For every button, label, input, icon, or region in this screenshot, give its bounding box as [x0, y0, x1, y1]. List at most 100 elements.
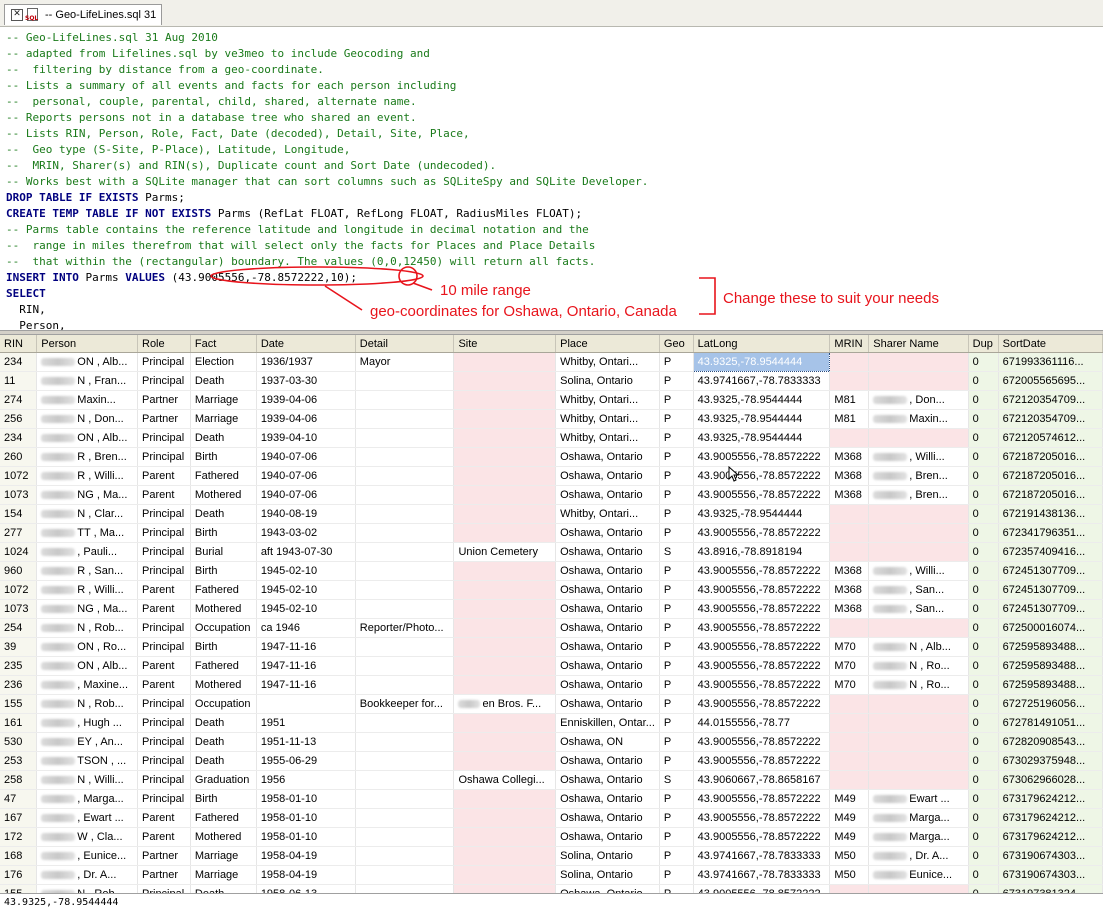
table-row[interactable]: 155 N , Rob... Principal Occupation Bookkeep… — [0, 694, 1103, 714]
table-cell[interactable]: 0 — [968, 371, 999, 391]
table-cell[interactable]: P — [659, 447, 694, 467]
table-cell[interactable] — [868, 542, 969, 562]
table-cell[interactable]: Solina, Ontario — [555, 865, 660, 885]
table-cell[interactable] — [355, 713, 455, 733]
table-cell[interactable]: Oshawa, Ontario — [555, 542, 660, 562]
column-header[interactable]: LatLong — [693, 335, 831, 353]
table-cell[interactable]: Parent — [137, 580, 191, 600]
table-cell[interactable] — [355, 599, 455, 619]
table-cell[interactable]: Marriage — [190, 409, 257, 429]
table-cell[interactable]: , Marga... — [36, 789, 138, 809]
table-cell[interactable]: 43.9741667,-78.7833333 — [693, 846, 831, 866]
table-cell[interactable]: Oshawa Collegi... — [453, 770, 557, 790]
table-cell[interactable]: 0 — [968, 599, 999, 619]
table-cell[interactable]: , Hugh ... — [36, 713, 138, 733]
table-cell[interactable]: 530 — [0, 732, 38, 752]
table-cell[interactable]: P — [659, 789, 694, 809]
table-cell[interactable]: 0 — [968, 884, 999, 893]
table-cell[interactable]: Birth — [190, 447, 257, 467]
table-cell[interactable]: Marga... — [868, 808, 969, 828]
table-row[interactable]: 274 Maxin... Partner Marriage 1939-04-06 Whit… — [0, 390, 1103, 410]
table-cell[interactable]: Partner — [137, 409, 191, 429]
table-cell[interactable]: N , Ro... — [868, 656, 969, 676]
table-cell[interactable] — [829, 523, 870, 543]
table-cell[interactable]: 1940-07-06 — [256, 485, 356, 505]
table-cell[interactable] — [829, 713, 870, 733]
table-cell[interactable]: 672191438136... — [998, 504, 1103, 524]
table-cell[interactable] — [868, 504, 969, 524]
table-cell[interactable]: P — [659, 865, 694, 885]
table-cell[interactable]: 43.9741667,-78.7833333 — [693, 865, 831, 885]
table-row[interactable]: 47 , Marga... Principal Birth 1958-01-10 Osha… — [0, 789, 1103, 809]
table-cell[interactable]: 1940-07-06 — [256, 466, 356, 486]
table-cell[interactable]: 672781491051... — [998, 713, 1103, 733]
column-header[interactable]: MRIN — [829, 335, 870, 353]
table-cell[interactable] — [829, 618, 870, 638]
table-cell[interactable]: P — [659, 428, 694, 448]
table-cell[interactable]: ON , Alb... — [36, 428, 138, 448]
table-cell[interactable]: 155 — [0, 884, 38, 893]
table-cell[interactable]: 43.9005556,-78.8572222 — [693, 523, 831, 543]
table-cell[interactable]: Parent — [137, 827, 191, 847]
table-cell[interactable]: 0 — [968, 428, 999, 448]
table-cell[interactable]: Solina, Ontario — [555, 846, 660, 866]
column-header[interactable]: Site — [453, 335, 557, 353]
table-cell[interactable] — [868, 428, 969, 448]
table-cell[interactable]: 671993361116... — [998, 352, 1103, 372]
table-cell[interactable]: Mothered — [190, 827, 257, 847]
table-row[interactable]: 11 N , Fran... Principal Death 1937-03-30 Sol… — [0, 371, 1103, 391]
table-cell[interactable]: 43.9005556,-78.8572222 — [693, 485, 831, 505]
table-cell[interactable]: 154 — [0, 504, 38, 524]
table-cell[interactable]: Oshawa, Ontario — [555, 599, 660, 619]
column-header[interactable]: Dup — [968, 335, 999, 353]
table-cell[interactable]: 0 — [968, 713, 999, 733]
table-row[interactable]: 1024 , Pauli... Principal Burial aft 1943-07… — [0, 542, 1103, 562]
table-cell[interactable]: W , Cla... — [36, 827, 138, 847]
table-cell[interactable]: Death — [190, 504, 257, 524]
table-cell[interactable]: Union Cemetery — [453, 542, 557, 562]
tab-geo-lifelines[interactable]: ✕ SQL -- Geo-LifeLines.sql 31 — [4, 4, 162, 25]
table-cell[interactable]: N , Rob... — [36, 618, 138, 638]
table-cell[interactable]: M368 — [829, 561, 870, 581]
table-cell[interactable]: 673179624212... — [998, 827, 1103, 847]
table-cell[interactable]: P — [659, 599, 694, 619]
table-cell[interactable]: N , Rob... — [36, 884, 138, 893]
table-cell[interactable]: P — [659, 466, 694, 486]
table-cell[interactable]: Oshawa, Ontario — [555, 808, 660, 828]
table-cell[interactable]: 43.9325,-78.9544444 — [693, 504, 831, 524]
table-cell[interactable]: 0 — [968, 485, 999, 505]
table-cell[interactable]: Oshawa, Ontario — [555, 447, 660, 467]
table-cell[interactable]: M70 — [829, 656, 870, 676]
table-cell[interactable] — [355, 390, 455, 410]
table-cell[interactable]: 0 — [968, 827, 999, 847]
table-row[interactable]: 39 ON , Ro... Principal Birth 1947-11-16 Osha… — [0, 637, 1103, 657]
table-cell[interactable]: 43.9005556,-78.8572222 — [693, 675, 831, 695]
table-cell[interactable]: 43.9005556,-78.8572222 — [693, 656, 831, 676]
table-cell[interactable]: 672005565695... — [998, 371, 1103, 391]
table-cell[interactable]: 43.9005556,-78.8572222 — [693, 561, 831, 581]
table-cell[interactable] — [868, 732, 969, 752]
table-cell[interactable] — [355, 751, 455, 771]
table-cell[interactable]: 1936/1937 — [256, 352, 356, 372]
table-cell[interactable]: Oshawa, Ontario — [555, 675, 660, 695]
table-cell[interactable]: 0 — [968, 542, 999, 562]
table-cell[interactable]: 1072 — [0, 580, 38, 600]
table-cell[interactable]: Birth — [190, 789, 257, 809]
table-cell[interactable]: 0 — [968, 447, 999, 467]
table-cell[interactable]: 672187205016... — [998, 466, 1103, 486]
table-cell[interactable]: 1947-11-16 — [256, 637, 356, 657]
table-cell[interactable]: M368 — [829, 580, 870, 600]
table-cell[interactable] — [355, 732, 455, 752]
table-cell[interactable]: 1937-03-30 — [256, 371, 356, 391]
table-row[interactable]: 236 , Maxine... Parent Mothered 1947-11-16 Os… — [0, 675, 1103, 695]
table-cell[interactable]: Oshawa, Ontario — [555, 884, 660, 893]
table-cell[interactable]: 0 — [968, 770, 999, 790]
table-cell[interactable]: Election — [190, 352, 257, 372]
table-cell[interactable] — [868, 618, 969, 638]
table-cell[interactable]: Oshawa, Ontario — [555, 618, 660, 638]
table-cell[interactable]: 1945-02-10 — [256, 561, 356, 581]
table-cell[interactable]: 253 — [0, 751, 38, 771]
table-row[interactable]: 256 N , Don... Partner Marriage 1939-04-06 Wh… — [0, 409, 1103, 429]
table-cell[interactable]: Burial — [190, 542, 257, 562]
table-row[interactable]: 234 ON , Alb... Principal Death 1939-04-10 Wh… — [0, 428, 1103, 448]
